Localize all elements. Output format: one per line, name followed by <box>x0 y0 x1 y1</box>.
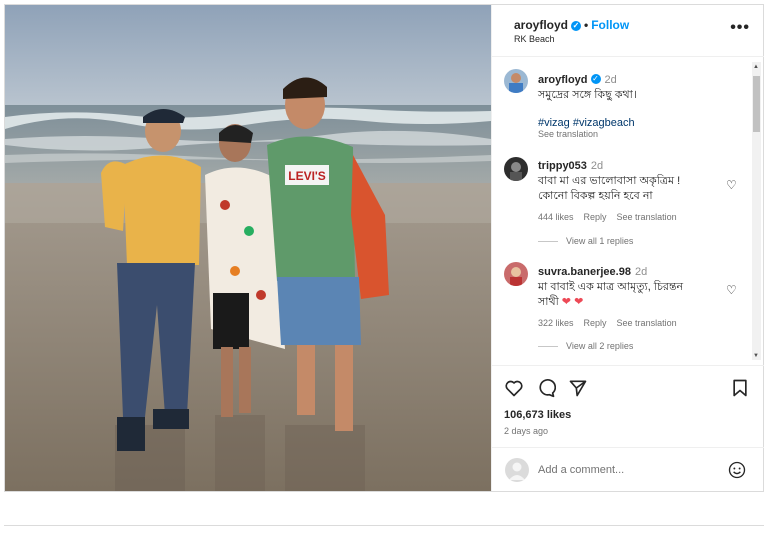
caption-block: aroyfloyd ✓ 2d সমুদ্রের সঙ্গে কিছু কথা। #v… <box>538 70 738 139</box>
view-replies-link[interactable]: View all 1 replies <box>538 236 633 246</box>
scroll-up-arrow-icon[interactable]: ▲ <box>753 64 759 70</box>
comments-list[interactable]: aroyfloyd ✓ 2d সমুদ্রের সঙ্গে কিছু কথা। #v… <box>492 58 764 364</box>
like-comment-heart-icon[interactable]: ♡ <box>726 178 737 192</box>
post-timestamp: 2 days ago <box>504 426 549 436</box>
post-card: LEVI'S aroyfloyd✓•Follow RK Beach ••• <box>4 4 764 492</box>
likes-count[interactable]: 106,673 likes <box>504 409 571 421</box>
separator-dot: • <box>584 18 589 32</box>
comment-bubble-icon[interactable] <box>536 378 557 403</box>
current-user-avatar <box>505 458 529 482</box>
see-translation-link[interactable]: See translation <box>617 318 677 328</box>
comment-item: suvra.banerjee.98 2d মা বাবাই এক মাত্র আম… <box>538 262 728 328</box>
scroll-down-arrow-icon[interactable]: ▼ <box>753 353 759 359</box>
more-options-icon[interactable]: ••• <box>730 19 750 37</box>
post-sidebar: aroyfloyd ✓ • Follow RK Beach ••• aroyfloyd… <box>491 5 764 491</box>
page-divider <box>4 525 764 526</box>
comment-likes[interactable]: 322 likes <box>538 318 574 328</box>
caption-time: 2d <box>604 74 617 86</box>
caption-username[interactable]: aroyfloyd <box>538 74 588 86</box>
caption-see-translation[interactable]: See translation <box>538 129 738 139</box>
comment-text-line1: মা বাবাই এক মাত্র আমৃত্যু, চিরন্তন <box>538 281 684 293</box>
add-comment-input[interactable] <box>538 459 718 481</box>
caption-avatar[interactable] <box>504 69 528 93</box>
caption-hashtags[interactable]: #vizag #vizagbeach <box>538 117 738 129</box>
post-header: aroyfloyd ✓ • Follow RK Beach ••• <box>492 5 764 57</box>
comment-meta: 444 likes Reply See translation <box>538 212 728 222</box>
bookmark-icon[interactable] <box>730 378 750 403</box>
verified-icon: ✓ <box>571 20 582 31</box>
comment-text-line2: সাথী <box>538 296 559 308</box>
comment-meta: 322 likes Reply See translation <box>538 318 728 328</box>
beach-photo-illustration: LEVI'S <box>5 5 491 491</box>
comment-username[interactable]: trippy053 <box>538 160 587 172</box>
emoji-icon[interactable] <box>728 461 746 484</box>
comment-item: trippy053 2d বাবা মা এর ভালোবাসা অকৃত্রিম… <box>538 156 728 222</box>
red-hearts-emoji: ❤ ❤ <box>561 296 584 308</box>
like-heart-icon[interactable] <box>504 378 524 403</box>
comment-time: 2d <box>590 160 604 172</box>
post-actions: 106,673 likes 2 days ago <box>492 365 764 445</box>
reply-button[interactable]: Reply <box>584 318 607 328</box>
view-replies-link[interactable]: View all 2 replies <box>538 341 633 351</box>
verified-icon: ✓ <box>590 73 601 84</box>
comment-text-line1: বাবা মা এর ভালোবাসা অকৃত্রিম ! <box>538 175 681 187</box>
comment-avatar[interactable] <box>504 262 528 286</box>
like-comment-heart-icon[interactable]: ♡ <box>726 283 737 297</box>
comment-username[interactable]: suvra.banerjee.98 <box>538 266 631 278</box>
add-comment-bar <box>492 447 764 491</box>
comment-avatar[interactable] <box>504 157 528 181</box>
see-translation-link[interactable]: See translation <box>617 212 677 222</box>
comments-scrollbar[interactable]: ▲ ▼ <box>752 62 761 360</box>
caption-text: সমুদ্রের সঙ্গে কিছু কথা। <box>538 89 637 101</box>
scrollbar-thumb[interactable] <box>753 76 760 132</box>
share-send-icon[interactable] <box>568 378 588 403</box>
header-username[interactable]: aroyfloyd <box>514 18 568 32</box>
comment-text-line2-row: সাথী ❤ ❤ <box>538 295 728 310</box>
comment-time: 2d <box>634 266 648 278</box>
reply-button[interactable]: Reply <box>584 212 607 222</box>
location-link[interactable]: RK Beach <box>514 34 555 44</box>
header-user-row: aroyfloyd ✓ • Follow <box>514 18 629 32</box>
comment-likes[interactable]: 444 likes <box>538 212 574 222</box>
follow-button[interactable]: Follow <box>591 18 629 32</box>
svg-text:LEVI'S: LEVI'S <box>288 169 326 183</box>
post-photo[interactable]: LEVI'S <box>5 5 491 491</box>
comment-text-line2: কোনো বিকল্প হয়নি হবে না <box>538 190 653 202</box>
